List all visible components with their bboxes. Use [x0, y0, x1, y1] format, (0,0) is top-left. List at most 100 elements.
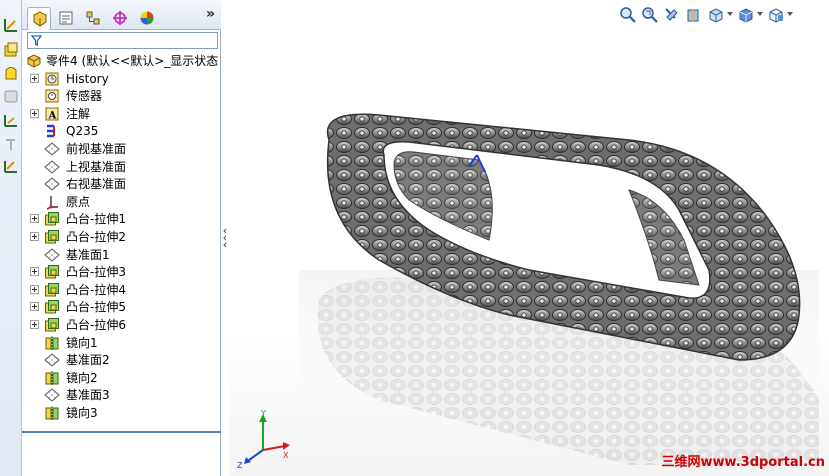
- move-icon[interactable]: [3, 136, 19, 152]
- view-orientation-dropdown-icon[interactable]: [727, 12, 733, 16]
- watermark-text: 三维网www.3dportal.cn: [661, 455, 825, 470]
- feature-tree-item[interactable]: 基准面1: [22, 246, 221, 264]
- boss-extrude-icon: [44, 229, 60, 245]
- property-manager-icon: [59, 11, 73, 25]
- chain-model[interactable]: [299, 70, 819, 470]
- plane-icon: [44, 247, 60, 263]
- expand-toggle-icon[interactable]: [30, 284, 39, 294]
- boss-extrude-icon: [44, 282, 60, 298]
- mirror-icon: [44, 335, 60, 351]
- feature-tree-root[interactable]: 零件4 (默认<<默认>_显示状态: [22, 52, 221, 70]
- plane-icon: [44, 159, 60, 175]
- feature-tree-item-label: 原点: [66, 194, 91, 209]
- property-manager-tab[interactable]: [53, 6, 77, 28]
- feature-tree-item[interactable]: 凸台-拉伸3: [22, 263, 221, 281]
- feature-tree-item[interactable]: 基准面3: [22, 386, 221, 404]
- feature-tree-tab[interactable]: [27, 7, 51, 30]
- feature-tree-item[interactable]: 凸台-拉伸6: [22, 316, 221, 334]
- feature-tree-item[interactable]: 镜向1: [22, 334, 221, 352]
- feature-tree-item-label: 凸台-拉伸6: [66, 318, 126, 332]
- view-orientation-icon[interactable]: [707, 6, 725, 24]
- feature-manager-tabs: »: [22, 0, 221, 30]
- boss-extrude-icon: [44, 299, 60, 315]
- feature-tree-item-label: 凸台-拉伸1: [66, 212, 126, 227]
- feature-tree-item-label: 传感器: [66, 89, 103, 104]
- zoom-to-fit-icon[interactable]: [619, 6, 637, 24]
- coordinate-triad: Y X Z: [237, 409, 290, 470]
- feature-tree-item[interactable]: 右视基准面: [22, 175, 221, 193]
- filter-icon: [31, 35, 42, 46]
- plane-icon: [44, 141, 60, 157]
- appearance-icon: [140, 11, 154, 25]
- feature-tree-item[interactable]: 凸台-拉伸5: [22, 298, 221, 316]
- panel-collapse-handle[interactable]: [221, 226, 229, 248]
- revolve-icon[interactable]: [3, 65, 19, 81]
- feature-tree-item-label: 注解: [66, 106, 91, 121]
- feature-tree-item[interactable]: History: [22, 70, 221, 88]
- plane-icon: [44, 352, 60, 368]
- feature-tree-item-label: 基准面2: [66, 353, 110, 368]
- graphics-area[interactable]: Y X Z 三维网www.3dportal.cn: [229, 0, 829, 476]
- feature-tree-item[interactable]: 凸台-拉伸4: [22, 281, 221, 299]
- hide-show-icon[interactable]: [767, 6, 785, 24]
- feature-tree-item-label: 前视基准面: [66, 142, 127, 156]
- origin-icon: [44, 194, 60, 210]
- feature-tree-item-label: History: [66, 71, 109, 86]
- feature-tree-item[interactable]: A 注解: [22, 105, 221, 123]
- feature-tree-item[interactable]: 前视基准面: [22, 140, 221, 158]
- heads-up-view-toolbar: [619, 4, 824, 26]
- command-strip: [0, 0, 22, 476]
- section-view-icon[interactable]: [685, 6, 703, 24]
- target-icon: [113, 11, 127, 25]
- triad-z-label: Z: [237, 461, 243, 470]
- smart-dimension-icon[interactable]: [3, 158, 19, 174]
- feature-tree-item[interactable]: 上视基准面: [22, 158, 221, 176]
- shell-icon[interactable]: [3, 88, 19, 104]
- feature-manager-panel: » 零件4 (默认<<默认>_显示状态 History 传感器 A 注解 Q235 前视基准…: [22, 0, 221, 476]
- feature-tree-item[interactable]: 凸台-拉伸2: [22, 228, 221, 246]
- feature-tree-item[interactable]: 传感器: [22, 87, 221, 105]
- feature-filter-input[interactable]: [27, 32, 218, 49]
- plane-icon: [44, 176, 60, 192]
- hide-show-dropdown-icon[interactable]: [787, 12, 793, 16]
- sensor-icon: [44, 88, 60, 104]
- feature-tree-item-label: 零件4 (默认<<默认>_显示状态: [46, 54, 219, 68]
- feature-tree-item-label: 凸台-拉伸4: [66, 282, 126, 297]
- feature-tree-item-label: 右视基准面: [66, 177, 127, 192]
- material-icon: [44, 123, 60, 139]
- feature-tree-item[interactable]: Q235: [22, 122, 221, 140]
- reference-geometry-icon[interactable]: [3, 112, 19, 128]
- solidworks-window: » 零件4 (默认<<默认>_显示状态 History 传感器 A 注解 Q235 前视基准…: [0, 0, 829, 476]
- boss-extrude-icon: [44, 264, 60, 280]
- expand-toggle-icon[interactable]: [30, 73, 39, 83]
- feature-tree-icon: [33, 11, 47, 27]
- feature-tree-item-label: 基准面3: [66, 388, 110, 403]
- zoom-to-area-icon[interactable]: [641, 6, 659, 24]
- feature-tree-item-label: 镜向2: [66, 370, 98, 385]
- configuration-manager-tab[interactable]: [80, 6, 104, 28]
- feature-tree-item[interactable]: 原点: [22, 193, 221, 211]
- expand-toggle-icon[interactable]: [30, 267, 39, 277]
- expand-toggle-icon[interactable]: [30, 232, 39, 241]
- dimxpert-tab[interactable]: [107, 6, 131, 28]
- expand-toggle-icon[interactable]: [30, 302, 39, 312]
- display-style-icon[interactable]: [737, 6, 755, 24]
- annotation-icon: A: [44, 106, 60, 122]
- feature-tree-item[interactable]: 基准面2: [22, 351, 221, 369]
- expand-toggle-icon[interactable]: [30, 214, 39, 224]
- panel-bottom-divider: [22, 431, 221, 433]
- more-tabs-button[interactable]: »: [206, 6, 215, 22]
- expand-toggle-icon[interactable]: [30, 320, 39, 329]
- extrude-boss-icon[interactable]: [3, 41, 19, 57]
- feature-tree-item[interactable]: 镜向3: [22, 404, 221, 422]
- expand-toggle-icon[interactable]: [30, 108, 39, 118]
- feature-tree-item-label: 凸台-拉伸5: [66, 300, 126, 315]
- feature-tree-item[interactable]: 镜向2: [22, 369, 221, 387]
- previous-view-icon[interactable]: [663, 6, 681, 24]
- feature-tree-item[interactable]: 凸台-拉伸1: [22, 210, 221, 228]
- part-icon: [26, 53, 42, 69]
- sketch-icon[interactable]: [3, 17, 19, 33]
- display-style-dropdown-icon[interactable]: [757, 12, 763, 16]
- triad-x-label: X: [283, 451, 289, 460]
- display-manager-tab[interactable]: [134, 6, 158, 28]
